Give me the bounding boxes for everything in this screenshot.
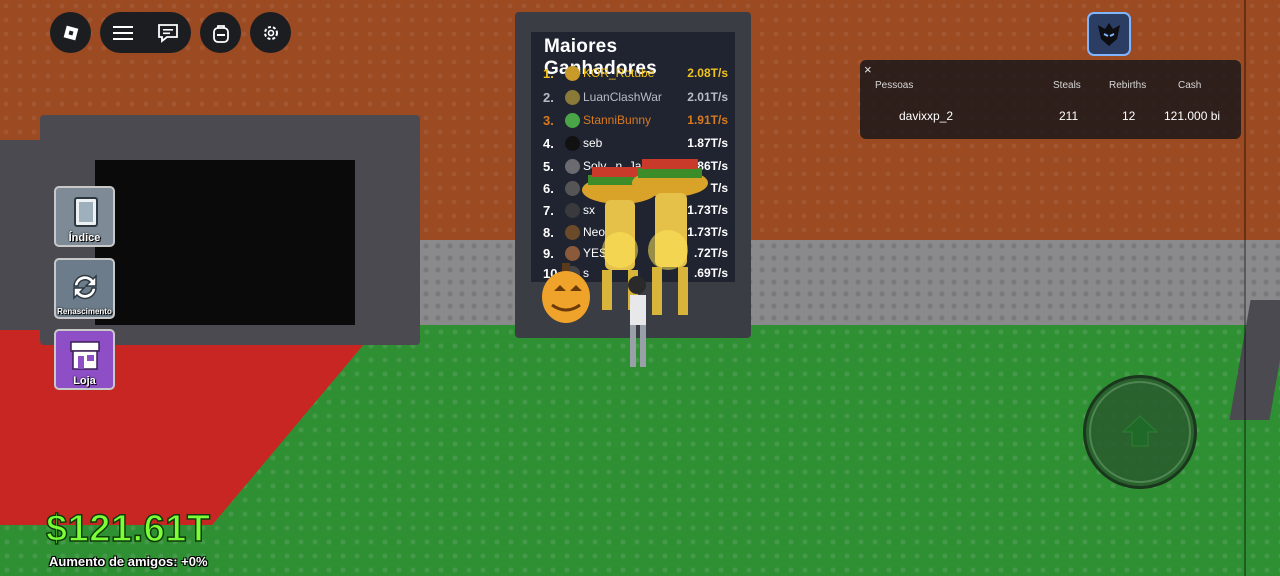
book-icon: [73, 197, 98, 227]
header-cash: Cash: [1178, 80, 1202, 91]
shop-button[interactable]: Loja: [54, 329, 115, 390]
player-rate: 2.01T/s: [687, 90, 728, 104]
leaderboard-row: 1. KOR_Rotube 2.08T/s: [543, 63, 728, 83]
players-panel: × Pessoas Steals Rebirths Cash davixxp_2…: [860, 60, 1241, 139]
pumpkin: [542, 263, 590, 323]
refresh-icon: [72, 274, 97, 300]
rank: 3.: [543, 112, 554, 128]
shop-label: Loja: [73, 375, 96, 387]
rank: 2.: [543, 89, 554, 105]
archway-opening: [95, 160, 355, 325]
gear-icon: [262, 24, 280, 42]
shop-icon: [69, 341, 100, 370]
side-archway: [0, 140, 40, 330]
jump-button-ring: [1089, 381, 1191, 483]
taco-character: [632, 159, 708, 315]
rebirth-label: Renascimento: [57, 307, 112, 316]
roblox-menu-button[interactable]: [50, 12, 91, 53]
scene-characters: [542, 159, 708, 367]
hamburger-menu-icon[interactable]: [101, 25, 146, 41]
player-name: KOR_Rotube: [583, 66, 655, 80]
game-viewport[interactable]: Maiores Ganhadores 1. KOR_Rotube 2.08T/s…: [0, 0, 1280, 576]
player-avatar: [565, 112, 580, 128]
player-name: LuanClashWar: [583, 90, 662, 104]
player-name: StanniBunny: [583, 113, 652, 127]
cash-display: $121.61T: [45, 507, 211, 551]
header-people: Pessoas: [875, 80, 914, 91]
backpack-icon: [212, 23, 230, 43]
settings-button[interactable]: [250, 12, 291, 53]
player-row-rebirths: 12: [1122, 109, 1136, 123]
close-icon[interactable]: ×: [864, 62, 872, 77]
friends-boost-label: Aumento de amigos: +0%: [49, 554, 208, 569]
player-rate: 2.08T/s: [687, 66, 728, 80]
player-row-steals: 211: [1059, 109, 1079, 123]
player-avatar: [565, 65, 580, 81]
player-row-name[interactable]: davixxp_2: [899, 109, 953, 123]
leaderboard-row: 3. StanniBunny 1.91T/s: [543, 110, 728, 130]
screen-edge-line: [1244, 0, 1246, 576]
rank: 1.: [543, 65, 554, 81]
player-character: [628, 276, 646, 367]
leaderboard-row: 2. LuanClashWar 2.01T/s: [543, 87, 728, 107]
player-row-cash: 121.000 bi: [1164, 109, 1221, 123]
header-steals: Steals: [1053, 80, 1081, 91]
rebirth-button[interactable]: Renascimento: [54, 258, 115, 319]
header-rebirths: Rebirths: [1109, 80, 1147, 91]
backpack-button[interactable]: [200, 12, 241, 53]
index-label: Índice: [68, 232, 101, 244]
menu-chat-group: [100, 12, 191, 53]
player-rate: 1.91T/s: [687, 113, 728, 127]
player-avatar: [565, 89, 580, 105]
chat-icon[interactable]: [146, 23, 191, 43]
index-button[interactable]: Índice: [54, 186, 115, 247]
avatar-icon: [1098, 23, 1120, 46]
roblox-logo-icon: [62, 24, 80, 42]
profile-avatar-button[interactable]: [1087, 12, 1131, 56]
